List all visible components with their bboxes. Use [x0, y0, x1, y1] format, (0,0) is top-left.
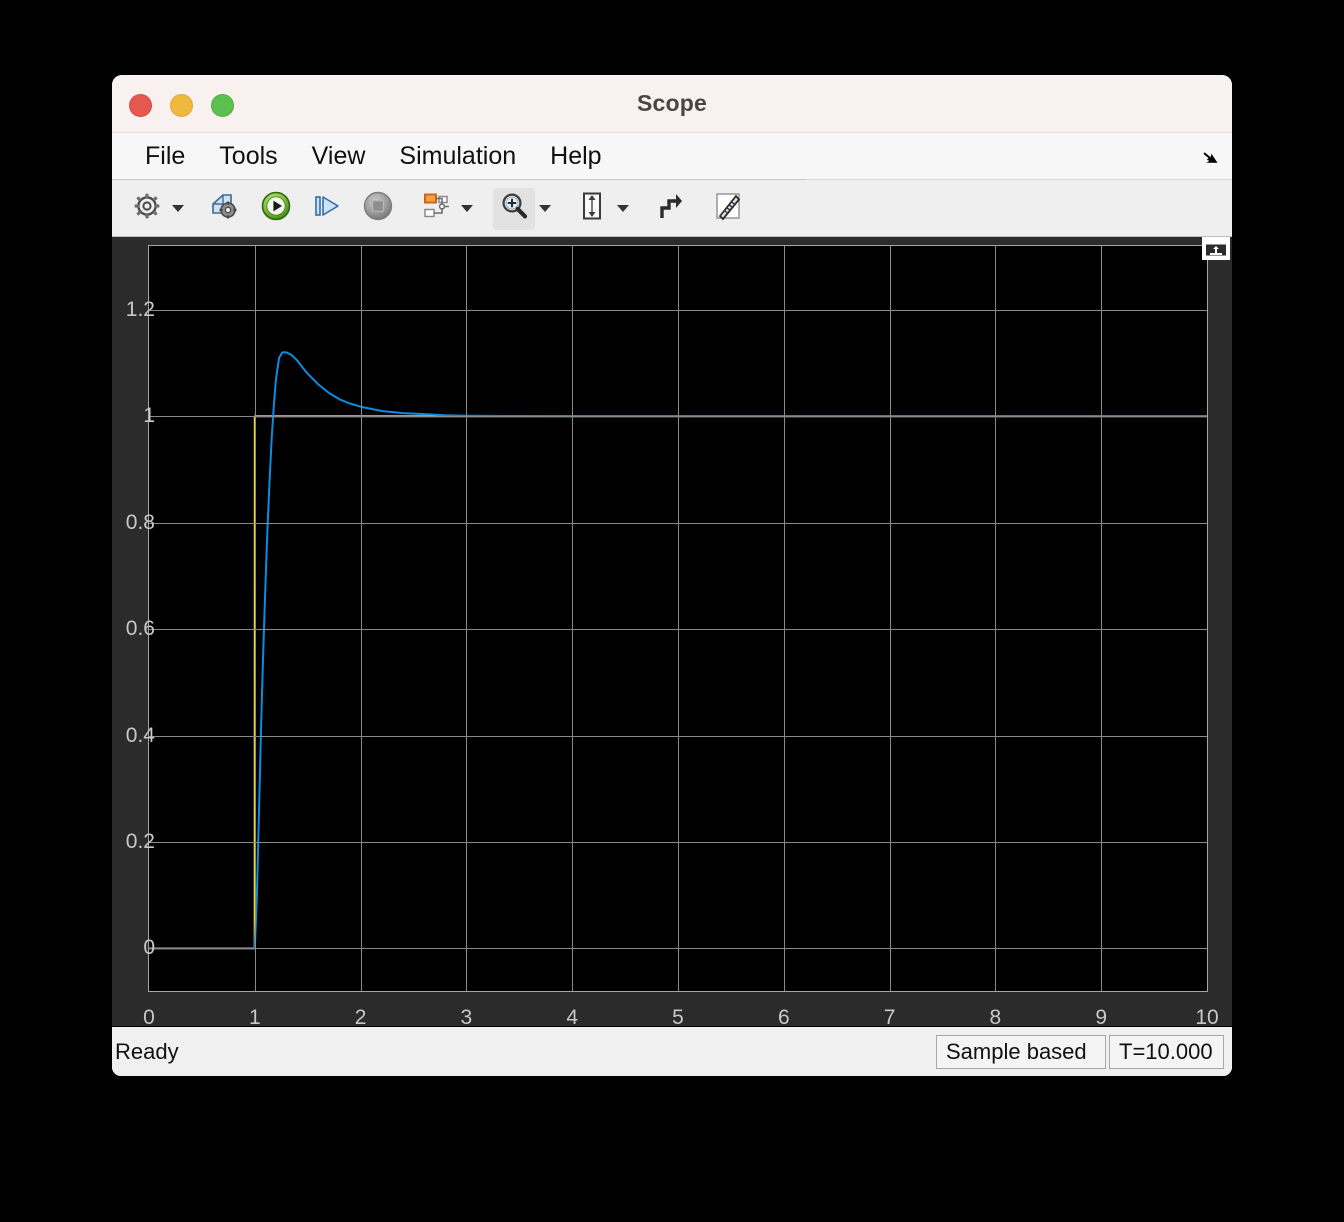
- step-forward-icon: [311, 191, 343, 226]
- chevron-down-icon: [461, 205, 473, 212]
- stop-icon: [362, 190, 394, 227]
- grid-line-vertical: [678, 246, 679, 991]
- chevron-down-icon: [617, 205, 629, 212]
- y-axis-tick-label: 0.2: [125, 830, 155, 853]
- scope-plot-panel: 0 0.2 0.4 0.6 0.8 1 1.2 0 1 2 3 4 5 6 7 8 9 10: [112, 237, 1232, 1026]
- signal-selection-button[interactable]: [415, 188, 457, 230]
- grid-line-vertical: [783, 246, 785, 991]
- menu-item-simulation[interactable]: Simulation: [382, 144, 533, 169]
- grid-line-vertical: [995, 246, 997, 991]
- gear-icon: [132, 191, 162, 226]
- grid-line-vertical: [466, 246, 468, 991]
- configuration-properties-dropdown[interactable]: [168, 188, 188, 230]
- grid-line-vertical: [572, 246, 574, 991]
- menu-item-view[interactable]: View: [295, 144, 383, 169]
- y-axis-tick-label: 0.6: [125, 617, 155, 641]
- y-axis-tick-label: 0: [143, 936, 155, 960]
- close-button[interactable]: [129, 94, 152, 117]
- window-title: Scope: [636, 90, 708, 116]
- status-simulation-time: T=10.000: [1109, 1035, 1224, 1069]
- magnifier-plus-icon: [498, 190, 530, 227]
- menu-item-file[interactable]: File: [128, 144, 202, 169]
- grid-line-vertical: [254, 246, 256, 991]
- x-axis-tick-label: 8: [989, 1006, 1002, 1026]
- menu-item-tools[interactable]: Tools: [202, 144, 294, 169]
- window-title-bar: Scope: [112, 75, 1232, 133]
- ruler-icon: [712, 190, 744, 227]
- chevron-down-icon: [539, 205, 551, 212]
- window-controls: [129, 94, 234, 117]
- status-sample-mode: Sample based: [936, 1035, 1106, 1069]
- x-axis-tick-label: 7: [883, 1006, 896, 1026]
- x-axis-tick-label: 4: [566, 1006, 579, 1026]
- y-axis-tick-label: 1.2: [125, 297, 155, 321]
- x-axis-tick-label: 6: [777, 1006, 790, 1026]
- grid-line-vertical: [889, 246, 891, 991]
- signal-selection-dropdown[interactable]: [457, 188, 477, 230]
- chevron-down-icon: [172, 205, 184, 212]
- screen: Scope File Tools View Simulation Help 0 …: [0, 0, 1344, 1222]
- maximize-axes-icon[interactable]: [1202, 237, 1230, 260]
- zoom-in-button[interactable]: [493, 187, 535, 230]
- signal-selector-icon: [420, 191, 452, 226]
- scale-axes-limits-button[interactable]: [649, 188, 691, 230]
- x-axis-tick-label: 0: [143, 1006, 155, 1026]
- zoom-in-dropdown[interactable]: [535, 188, 555, 230]
- scope-window: Scope File Tools View Simulation Help 0 …: [112, 75, 1232, 1076]
- autoscale-icon: [577, 190, 607, 227]
- x-axis-tick-label: 1: [248, 1006, 261, 1026]
- x-axis-tick-label: 10: [1195, 1006, 1219, 1026]
- toolbar: [112, 180, 1232, 237]
- x-axis-tick-label: 2: [354, 1006, 367, 1026]
- step-forward-button[interactable]: [306, 188, 348, 230]
- status-bar: Ready Sample based T=10.000: [112, 1026, 1232, 1076]
- x-axis-tick-label: 9: [1095, 1006, 1108, 1026]
- cursor-measurements-button[interactable]: [707, 188, 749, 230]
- menu-item-help[interactable]: Help: [533, 144, 618, 169]
- y-axis-tick-label: 0.8: [125, 510, 155, 534]
- print-gear-icon: [209, 191, 241, 226]
- plot-area[interactable]: 0 0.2 0.4 0.6 0.8 1 1.2 0 1 2 3 4 5 6 7 8 9 10: [126, 245, 1219, 1026]
- axes-scale-icon: [655, 190, 685, 227]
- autoscale-button[interactable]: [571, 188, 613, 230]
- x-axis-tick-label: 3: [460, 1006, 473, 1026]
- menu-bar: File Tools View Simulation Help: [112, 133, 1232, 180]
- print-button[interactable]: [204, 188, 246, 230]
- run-button[interactable]: [255, 188, 297, 230]
- y-axis-tick-label: 0.4: [125, 723, 155, 747]
- grid-line-vertical: [360, 246, 362, 991]
- status-message: Ready: [115, 1039, 179, 1064]
- undock-arrow-icon[interactable]: [1198, 145, 1222, 169]
- play-icon: [260, 190, 292, 227]
- y-axis-tick-label: 1: [143, 404, 155, 428]
- minimize-button[interactable]: [170, 94, 193, 117]
- stop-button[interactable]: [357, 188, 399, 230]
- configuration-properties-button[interactable]: [126, 188, 168, 230]
- grid-line-vertical: [1101, 246, 1103, 991]
- maximize-button[interactable]: [211, 94, 234, 117]
- x-axis-tick-label: 5: [672, 1006, 684, 1026]
- autoscale-dropdown[interactable]: [613, 188, 633, 230]
